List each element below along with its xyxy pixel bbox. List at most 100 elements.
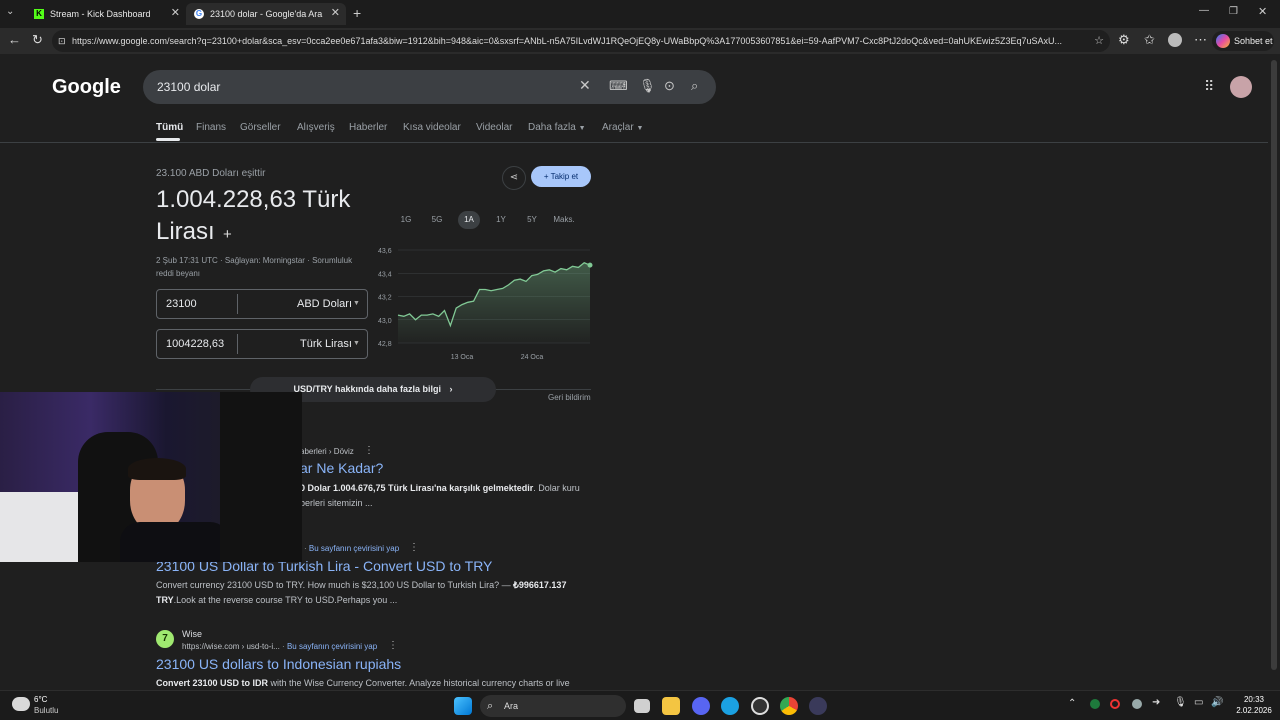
- copilot-button[interactable]: Sohbet et: [1212, 31, 1274, 51]
- google-logo[interactable]: Google: [52, 76, 121, 99]
- from-amount-field[interactable]: 23100 ABD Doları ▼: [156, 289, 368, 319]
- result1-title[interactable]: ar Ne Kadar?: [300, 460, 383, 476]
- site-info-icon[interactable]: ⊡: [58, 30, 66, 52]
- address-bar[interactable]: ⊡ https://www.google.com/search?q=23100+…: [52, 30, 1110, 52]
- close-tab-icon[interactable]: ✕: [331, 6, 340, 19]
- follow-button[interactable]: + Takip et: [531, 166, 591, 187]
- wise-favicon-icon: 7: [156, 630, 174, 648]
- steam-icon[interactable]: [1132, 699, 1142, 709]
- voice-search-icon[interactable]: 🎙: [639, 78, 656, 94]
- search-input[interactable]: 23100 dolar: [157, 80, 220, 94]
- from-currency-select[interactable]: ABD Doları: [297, 298, 352, 310]
- range-5y[interactable]: 5Y: [521, 211, 543, 229]
- result-menu-icon[interactable]: ⋮: [409, 542, 419, 553]
- tab-shopping[interactable]: Alışveriş: [297, 122, 335, 133]
- weather-desc[interactable]: Bulutlu: [34, 706, 58, 715]
- tab-more[interactable]: Daha fazla ▼: [528, 122, 586, 133]
- tray-app-icon[interactable]: [1090, 699, 1100, 709]
- restore-icon[interactable]: ❐: [1229, 6, 1238, 17]
- field-divider: [237, 334, 238, 354]
- result1-snippet-line1: 0 Dolar 1.004.676,75 Türk Lirası'na karş…: [300, 481, 600, 496]
- network-icon[interactable]: ▭: [1194, 697, 1203, 708]
- chevron-right-icon: ›: [449, 384, 453, 394]
- tab-videos[interactable]: Videolar: [476, 122, 513, 133]
- follow-label: Takip et: [550, 172, 579, 181]
- tab-images[interactable]: Görseller: [240, 122, 281, 133]
- tab-list-chevron-icon[interactable]: ⌄: [6, 6, 14, 17]
- discord-icon[interactable]: [692, 697, 710, 715]
- minimize-icon[interactable]: —: [1199, 5, 1209, 16]
- favorites-icon[interactable]: ✩: [1144, 32, 1155, 48]
- range-1d[interactable]: 1G: [395, 211, 417, 229]
- tab-kick-dashboard[interactable]: K Stream - Kick Dashboard ✕: [26, 3, 186, 25]
- keyboard-icon[interactable]: ⌨: [609, 78, 628, 94]
- result3-translate-link[interactable]: · Bu sayfanın çevirisini yap: [282, 642, 377, 651]
- result3-title[interactable]: 23100 US dollars to Indonesian rupiahs: [156, 656, 401, 672]
- url-text: https://www.google.com/search?q=23100+do…: [72, 36, 1063, 46]
- search-box[interactable]: 23100 dolar ✕ ⌨ 🎙 ⊙ ⌕: [143, 70, 716, 104]
- favorite-star-icon[interactable]: ☆: [1090, 30, 1104, 52]
- show-hidden-icons-icon[interactable]: ⌃: [1068, 698, 1076, 709]
- result-menu-icon[interactable]: ⋮: [388, 640, 398, 651]
- new-tab-icon[interactable]: +: [353, 5, 361, 21]
- microphone-icon[interactable]: 🎙: [1174, 697, 1187, 708]
- tab-tools[interactable]: Araçlar ▼: [602, 122, 643, 133]
- taskbar-search[interactable]: ⌕ Ara: [480, 695, 626, 717]
- converter-result-line2: Lirası: [156, 218, 215, 245]
- to-amount-field[interactable]: 1004228,63 Türk Lirası ▼: [156, 329, 368, 359]
- more-menu-icon[interactable]: ⋯: [1194, 32, 1207, 48]
- page-scrollbar[interactable]: [1268, 54, 1280, 690]
- weather-temp[interactable]: 6°C: [34, 695, 47, 704]
- extensions-icon[interactable]: ⚙: [1118, 32, 1130, 48]
- tab-short-videos[interactable]: Kısa videolar: [403, 122, 461, 133]
- to-currency-select[interactable]: Türk Lirası: [300, 338, 352, 350]
- profile-avatar[interactable]: [1168, 33, 1182, 47]
- converter-meta-line2[interactable]: reddi beyanı: [156, 267, 352, 280]
- to-amount-input[interactable]: 1004228,63: [166, 338, 224, 350]
- chrome-icon[interactable]: [780, 697, 798, 715]
- start-windows-icon[interactable]: [454, 697, 472, 715]
- result-menu-icon[interactable]: ⋮: [364, 445, 374, 456]
- tab-more-label: Daha fazla: [528, 122, 576, 133]
- close-window-icon[interactable]: ✕: [1258, 5, 1267, 18]
- share-button[interactable]: ⋖: [502, 166, 526, 190]
- x-tick-label: 13 Oca: [451, 354, 474, 361]
- tab-finance[interactable]: Finans: [196, 122, 226, 133]
- y-tick-label: 43,0: [378, 318, 392, 325]
- edge-icon[interactable]: [721, 697, 739, 715]
- close-tab-icon[interactable]: ✕: [171, 6, 180, 19]
- search-icon[interactable]: ⌕: [691, 78, 698, 94]
- kick-favicon-icon: K: [34, 9, 44, 19]
- lens-search-icon[interactable]: ⊙: [664, 78, 675, 94]
- reload-icon[interactable]: ↻: [32, 32, 43, 48]
- exchange-rate-chart[interactable]: 43,6 43,4 43,2 43,0 42,8 13 Oca 24 Oca: [370, 240, 595, 364]
- obs-icon[interactable]: [809, 697, 827, 715]
- converter-meta: 2 Şub 17:31 UTC · Sağlayan: Morningstar …: [156, 254, 352, 280]
- weather-icon[interactable]: [12, 697, 30, 711]
- taskbar-search-label: Ara: [504, 701, 519, 711]
- tray-arrow-icon[interactable]: ➜: [1152, 697, 1160, 708]
- account-avatar[interactable]: [1230, 76, 1252, 98]
- range-5d[interactable]: 5G: [426, 211, 448, 229]
- file-explorer-icon[interactable]: [662, 697, 680, 715]
- clear-search-icon[interactable]: ✕: [579, 77, 591, 94]
- range-1y[interactable]: 1Y: [490, 211, 512, 229]
- tab-title: Stream - Kick Dashboard: [50, 9, 151, 19]
- app-icon[interactable]: [751, 697, 769, 715]
- task-view-icon[interactable]: [634, 699, 650, 713]
- feedback-link[interactable]: Geri bildirim: [548, 393, 591, 402]
- back-icon[interactable]: ←: [8, 32, 21, 47]
- range-1m[interactable]: 1A: [458, 211, 480, 229]
- tab-google-search[interactable]: G 23100 dolar - Google'da Ara ✕: [186, 3, 346, 25]
- from-amount-input[interactable]: 23100: [166, 298, 197, 310]
- tab-all[interactable]: Tümü: [156, 122, 183, 133]
- tab-all-underline: [156, 138, 180, 141]
- result2-translate-link[interactable]: · Bu sayfanın çevirisini yap: [304, 544, 399, 553]
- scrollbar-thumb[interactable]: [1271, 60, 1277, 670]
- range-max[interactable]: Maks.: [550, 211, 578, 229]
- tab-news[interactable]: Haberler: [349, 122, 387, 133]
- volume-icon[interactable]: 🔊: [1211, 697, 1223, 708]
- clock[interactable]: 20:33 2.02.2026: [1232, 694, 1276, 716]
- tray-app-icon[interactable]: [1110, 699, 1120, 709]
- apps-grid-icon[interactable]: ⠿: [1204, 78, 1214, 95]
